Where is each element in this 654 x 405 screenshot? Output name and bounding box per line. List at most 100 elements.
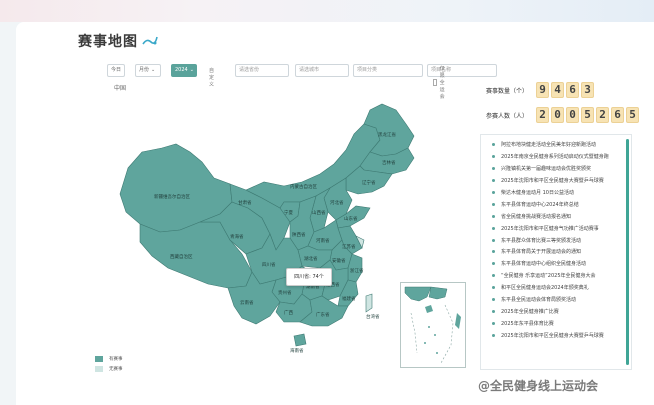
news-title: “全民健身 乐享运动”2025年全民健身大会 xyxy=(501,273,596,280)
year-select[interactable]: 2024 ⌄ xyxy=(171,64,197,77)
news-item[interactable]: “全民健身 乐享运动”2025年全民健身大会 xyxy=(481,270,627,282)
digit: 0 xyxy=(566,107,579,123)
news-item[interactable]: 东平县体育运动中心组织全民健身活动 xyxy=(481,258,627,270)
wave-icon xyxy=(142,36,158,45)
news-title: 阿拉布地块健走活动全民美年好迎新跑活动 xyxy=(501,142,597,149)
news-item[interactable]: 和平区全民健身运动会2024年颁奖典礼 xyxy=(481,282,627,294)
digit: 2 xyxy=(536,107,549,123)
legend-label-has-events: 有赛事 xyxy=(109,357,123,362)
map-legend: 有赛事 无赛事 xyxy=(95,356,123,376)
news-title: 2025年沈阳市和平区全民健身大赛暨乒乓球赛 xyxy=(501,332,604,339)
map-label-fujian: 福建省 xyxy=(342,295,356,302)
map-label-zhejiang: 浙江省 xyxy=(350,267,364,274)
legend-no-events: 无赛事 xyxy=(95,366,123,372)
south-china-sea-map xyxy=(404,286,461,364)
watermark: @全民健身线上运动会 xyxy=(478,379,599,393)
news-panel: 阿拉布地块健走活动全民美年好迎新跑活动 2025年南京全民健身系列活动启动仪式暨… xyxy=(480,134,632,370)
map-label-hebei: 河北省 xyxy=(330,199,344,206)
scrollbar-thumb[interactable] xyxy=(626,139,629,365)
bullet-icon xyxy=(492,333,495,337)
news-item[interactable]: 东平县全民运动会体育局颁奖活动 xyxy=(481,294,627,306)
bullet-icon xyxy=(492,179,495,183)
news-item[interactable]: 省全民健身挑战赛活动报名通知 xyxy=(481,210,627,222)
news-item[interactable]: 柴达木健身运动月 10日公益活动 xyxy=(481,187,627,199)
city-select[interactable]: 请选城市 xyxy=(295,64,349,77)
bullet-icon xyxy=(492,321,495,325)
news-item[interactable]: 东平县体育局关于开展运动会的通知 xyxy=(481,246,627,258)
news-item[interactable]: 东平县体育运动中心2024年终总结 xyxy=(481,198,627,210)
news-item[interactable]: 2025年沈阳市和平区全民健身大赛暨乒乓球赛 xyxy=(481,175,627,187)
bullet-icon xyxy=(492,238,495,242)
events-count-digits: 9 4 6 3 xyxy=(536,82,596,98)
news-title: 2025年沈阳市和平区健身气功推广活动赛事 xyxy=(501,225,599,232)
bullet-icon xyxy=(492,262,495,266)
national-games-checkbox[interactable] xyxy=(433,79,437,86)
news-item[interactable]: 2025年沈阳市和平区全民健身大赛暨乒乓球赛 xyxy=(481,329,627,341)
map-label-shanxi: 山西省 xyxy=(312,209,326,216)
news-item[interactable]: 东平县群众体育比赛三等奖颁发活动 xyxy=(481,234,627,246)
map-label-hubei: 湖北省 xyxy=(304,255,318,262)
bullet-icon xyxy=(492,309,495,313)
news-title: 东平县体育运动中心2024年终总结 xyxy=(501,201,579,208)
legend-has-events: 有赛事 xyxy=(95,356,123,362)
news-item[interactable]: 兴隆镇机关第一届趣味运动会优胜奖颁奖 xyxy=(481,163,627,175)
digit: 3 xyxy=(581,82,594,98)
news-item[interactable]: 2025年沈阳市和平区健身气功推广活动赛事 xyxy=(481,222,627,234)
map-label-shaanxi: 陕西省 xyxy=(292,231,306,238)
bullet-icon xyxy=(492,191,495,194)
top-banner xyxy=(0,0,654,22)
bullet-icon xyxy=(492,155,495,159)
digit: 5 xyxy=(581,107,594,123)
custom-range-link[interactable]: 自定义 xyxy=(209,67,214,88)
digit: 5 xyxy=(626,107,639,123)
map-label-xinjiang: 新疆维吾尔自治区 xyxy=(154,193,190,200)
bullet-icon xyxy=(492,226,495,230)
news-title: 和平区全民健身运动会2024年颁奖典礼 xyxy=(501,285,589,292)
map-label-sichuan: 四川省 xyxy=(262,261,276,268)
map-label-anhui: 安徽省 xyxy=(332,257,346,264)
map-label-guangxi: 广西 xyxy=(284,309,293,316)
news-title: 东平县全民运动会体育局颁奖活动 xyxy=(501,297,577,304)
category-select[interactable]: 项目分类 xyxy=(353,64,423,77)
province-taiwan[interactable] xyxy=(365,293,373,313)
bullet-icon xyxy=(492,274,495,278)
news-title: 东平县体育局关于开展运动会的通知 xyxy=(501,249,582,256)
news-title: 2025年沈阳市和平区全民健身大赛暨乒乓球赛 xyxy=(501,178,604,185)
map-label-tibet: 西藏自治区 xyxy=(170,253,193,260)
province-select[interactable]: 请选省份 xyxy=(235,64,289,77)
news-item[interactable]: 2025年全民健身推广比赛 xyxy=(481,305,627,317)
map-label-liaoning: 辽宁省 xyxy=(362,179,376,186)
digit: 6 xyxy=(566,82,579,98)
map-label-jilin: 吉林省 xyxy=(382,159,396,166)
bullet-icon xyxy=(492,202,495,206)
news-title: 2025年全民健身推广比赛 xyxy=(501,308,559,315)
bullet-icon xyxy=(492,250,495,254)
news-title: 省全民健身挑战赛活动报名通知 xyxy=(501,213,572,220)
map-label-guangdong: 广东省 xyxy=(316,311,330,318)
legend-swatch-no-events xyxy=(95,366,103,372)
page-header: 赛事地图 xyxy=(78,31,158,51)
news-title: 兴隆镇机关第一届趣味运动会优胜奖颁奖 xyxy=(501,166,592,173)
month-select[interactable]: 月份 ⌄ xyxy=(135,64,161,77)
news-title: 2025年东平县体育比赛 xyxy=(501,320,554,327)
bullet-icon xyxy=(492,143,495,147)
map-label-ningxia: 宁夏 xyxy=(284,209,293,216)
south-china-sea-inset xyxy=(400,282,466,368)
news-item[interactable]: 2025年南京全民健身系列活动启动仪式暨健身跑 xyxy=(481,151,627,163)
province-hainan[interactable] xyxy=(293,333,307,347)
digit: 6 xyxy=(611,107,624,123)
news-item[interactable]: 阿拉布地块健走活动全民美年好迎新跑活动 xyxy=(481,139,627,151)
events-count-label: 赛事数量（个） xyxy=(486,87,529,95)
chevron-down-icon: ⌄ xyxy=(189,67,194,73)
map-label-qinghai: 青海省 xyxy=(230,233,244,240)
news-item[interactable]: 2025年东平县体育比赛 xyxy=(481,317,627,329)
digit: 2 xyxy=(596,107,609,123)
legend-swatch-has-events xyxy=(95,356,103,362)
map-label-jiangsu: 江苏省 xyxy=(342,243,356,250)
news-title: 东平县体育运动中心组织全民健身活动 xyxy=(501,261,587,268)
bullet-icon xyxy=(492,214,495,218)
today-button[interactable]: 今日 xyxy=(107,64,125,77)
map-label-guizhou: 贵州省 xyxy=(278,289,292,296)
digit: 0 xyxy=(551,107,564,123)
news-list: 阿拉布地块健走活动全民美年好迎新跑活动 2025年南京全民健身系列活动启动仪式暨… xyxy=(481,139,627,341)
